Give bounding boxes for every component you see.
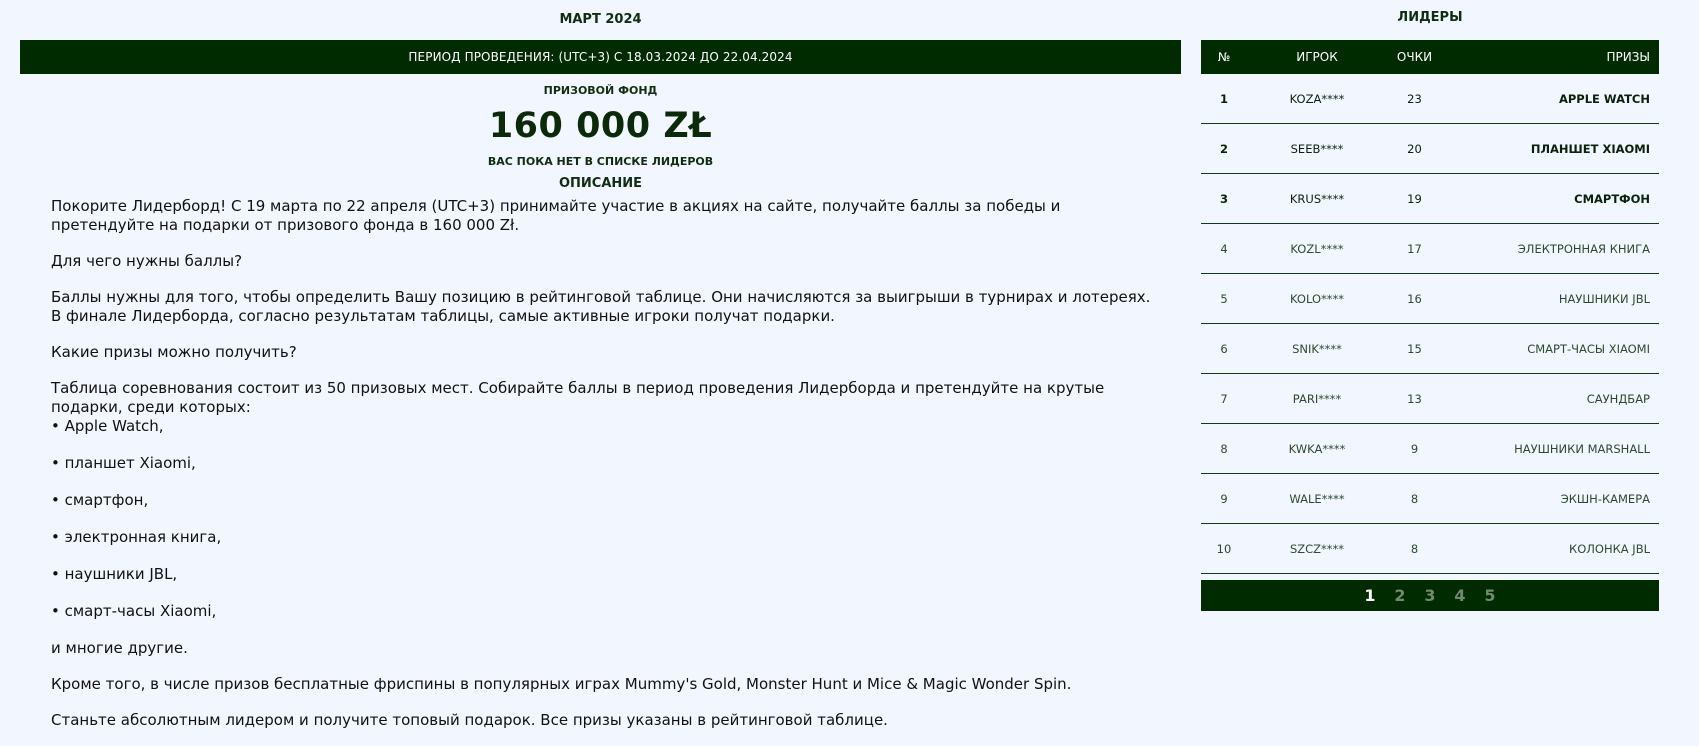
table-row: 8 KWKA**** 9 НАУШНИКИ MARSHALL bbox=[1201, 424, 1659, 474]
description-title: ОПИСАНИЕ bbox=[558, 176, 643, 191]
row-player: KOLO**** bbox=[1289, 291, 1344, 306]
leaderboard-rows: 1 KOZA**** 23 APPLE WATCH 2 SEEB**** 20 … bbox=[1201, 74, 1659, 574]
description-answer-prizes: Таблица соревнования состоит из 50 призо… bbox=[51, 379, 1105, 416]
table-row: 7 PARI**** 13 САУНДБАР bbox=[1201, 374, 1659, 424]
page-button-5[interactable]: 5 bbox=[1475, 586, 1505, 605]
prize-bullet: • планшет Xiaomi, bbox=[51, 454, 196, 472]
header-rank: № bbox=[1217, 50, 1231, 64]
row-points: 15 bbox=[1407, 341, 1422, 356]
description-body: Покорите Лидерборд! С 19 марта по 22 апр… bbox=[20, 197, 1181, 730]
header-prize: ПРИЗЫ bbox=[1606, 50, 1650, 64]
prize-bullet: • Apple Watch, bbox=[51, 417, 164, 435]
prize-bullet: • наушники JBL, bbox=[51, 565, 178, 583]
prize-bullet: • смарт-часы Xiaomi, bbox=[51, 602, 217, 620]
row-points: 19 bbox=[1407, 191, 1422, 206]
row-player: KWKA**** bbox=[1288, 441, 1346, 456]
row-rank: 10 bbox=[1216, 541, 1232, 556]
description-question-prizes: Какие призы можно получить? bbox=[51, 343, 297, 361]
leaderboard-page: МАРТ 2024 ПЕРИОД ПРОВЕДЕНИЯ: (UTC+3) С 1… bbox=[0, 0, 1699, 746]
row-prize: ПЛАНШЕТ XIAOMI bbox=[1530, 141, 1650, 156]
description-answer-points: Баллы нужны для того, чтобы определить В… bbox=[51, 288, 1151, 325]
row-prize: СМАРТФОН bbox=[1574, 191, 1650, 206]
row-rank: 8 bbox=[1220, 441, 1228, 456]
page-button-4[interactable]: 4 bbox=[1445, 586, 1475, 605]
row-points: 9 bbox=[1410, 441, 1419, 456]
pagination: 1 2 3 4 5 bbox=[1201, 580, 1659, 611]
description-final: Станьте абсолютным лидером и получите то… bbox=[51, 711, 888, 729]
description-freespins: Кроме того, в числе призов бесплатные фр… bbox=[51, 675, 1072, 693]
description-intro: Покорите Лидерборд! С 19 марта по 22 апр… bbox=[51, 197, 1061, 234]
table-row: 5 KOLO**** 16 НАУШНИКИ JBL bbox=[1201, 274, 1659, 324]
row-prize: САУНДБАР bbox=[1586, 391, 1650, 406]
contest-info-panel: МАРТ 2024 ПЕРИОД ПРОВЕДЕНИЯ: (UTC+3) С 1… bbox=[20, 0, 1181, 746]
row-rank: 9 bbox=[1220, 491, 1228, 506]
table-row: 6 SNIK**** 15 СМАРТ-ЧАСЫ XIAOMI bbox=[1201, 324, 1659, 374]
header-points: ОЧКИ bbox=[1396, 50, 1433, 64]
not-in-leaders-notice: ВАС ПОКА НЕТ В СПИСКЕ ЛИДЕРОВ bbox=[487, 155, 714, 168]
description-others: и многие другие. bbox=[51, 639, 188, 657]
row-prize: НАУШНИКИ MARSHALL bbox=[1514, 441, 1650, 456]
row-points: 8 bbox=[1410, 491, 1419, 506]
row-points: 17 bbox=[1407, 241, 1422, 256]
period-banner: ПЕРИОД ПРОВЕДЕНИЯ: (UTC+3) С 18.03.2024 … bbox=[20, 40, 1181, 74]
row-points: 20 bbox=[1407, 141, 1422, 156]
row-player: KOZL**** bbox=[1290, 241, 1344, 256]
row-prize: ЭЛЕКТРОННАЯ КНИГА bbox=[1517, 241, 1650, 256]
row-rank: 1 bbox=[1219, 91, 1228, 106]
row-player: SEEB**** bbox=[1290, 141, 1344, 156]
prize-fund-label: ПРИЗОВОЙ ФОНД bbox=[543, 84, 658, 97]
row-player: WALE**** bbox=[1289, 491, 1345, 506]
row-rank: 3 bbox=[1219, 191, 1228, 206]
page-button-2[interactable]: 2 bbox=[1385, 586, 1415, 605]
row-player: SZCZ**** bbox=[1289, 541, 1345, 556]
row-points: 8 bbox=[1410, 541, 1419, 556]
description-question-points: Для чего нужны баллы? bbox=[51, 252, 243, 270]
row-player: SNIK**** bbox=[1292, 341, 1342, 356]
row-prize: КОЛОНКА JBL bbox=[1569, 541, 1650, 556]
leaderboard-header: № ИГРОК ОЧКИ ПРИЗЫ bbox=[1201, 40, 1659, 74]
table-row: 3 KRUS**** 19 СМАРТФОН bbox=[1201, 174, 1659, 224]
row-points: 13 bbox=[1407, 391, 1422, 406]
row-player: PARI**** bbox=[1292, 391, 1342, 406]
leaderboard-panel: ЛИДЕРЫ № ИГРОК ОЧКИ ПРИЗЫ 1 KOZA**** 23 … bbox=[1201, 0, 1659, 611]
row-rank: 6 bbox=[1220, 341, 1228, 356]
prize-bullet: • электронная книга, bbox=[51, 528, 222, 546]
table-row: 1 KOZA**** 23 APPLE WATCH bbox=[1201, 74, 1659, 124]
row-prize: СМАРТ-ЧАСЫ XIAOMI bbox=[1527, 341, 1650, 356]
header-player: ИГРОК bbox=[1296, 50, 1338, 64]
row-rank: 2 bbox=[1219, 141, 1228, 156]
table-row: 10 SZCZ**** 8 КОЛОНКА JBL bbox=[1201, 524, 1659, 574]
leaderboard-title: ЛИДЕРЫ bbox=[1397, 10, 1463, 25]
row-player: KOZA**** bbox=[1289, 91, 1345, 106]
page-button-3[interactable]: 3 bbox=[1415, 586, 1445, 605]
row-prize: НАУШНИКИ JBL bbox=[1558, 291, 1650, 306]
table-row: 2 SEEB**** 20 ПЛАНШЕТ XIAOMI bbox=[1201, 124, 1659, 174]
row-rank: 4 bbox=[1220, 241, 1228, 256]
row-prize: APPLE WATCH bbox=[1558, 91, 1650, 106]
prize-bullet: • смартфон, bbox=[51, 491, 149, 509]
month-title: МАРТ 2024 bbox=[559, 12, 642, 27]
row-player: KRUS**** bbox=[1289, 191, 1345, 206]
table-row: 9 WALE**** 8 ЭКШН-КАМЕРА bbox=[1201, 474, 1659, 524]
prize-fund-amount: 160 000 ZŁ bbox=[488, 106, 713, 146]
row-prize: ЭКШН-КАМЕРА bbox=[1560, 491, 1650, 506]
row-points: 23 bbox=[1407, 91, 1422, 106]
row-rank: 5 bbox=[1220, 291, 1228, 306]
row-rank: 7 bbox=[1220, 391, 1228, 406]
page-button-1[interactable]: 1 bbox=[1355, 586, 1385, 605]
table-row: 4 KOZL**** 17 ЭЛЕКТРОННАЯ КНИГА bbox=[1201, 224, 1659, 274]
row-points: 16 bbox=[1407, 291, 1422, 306]
